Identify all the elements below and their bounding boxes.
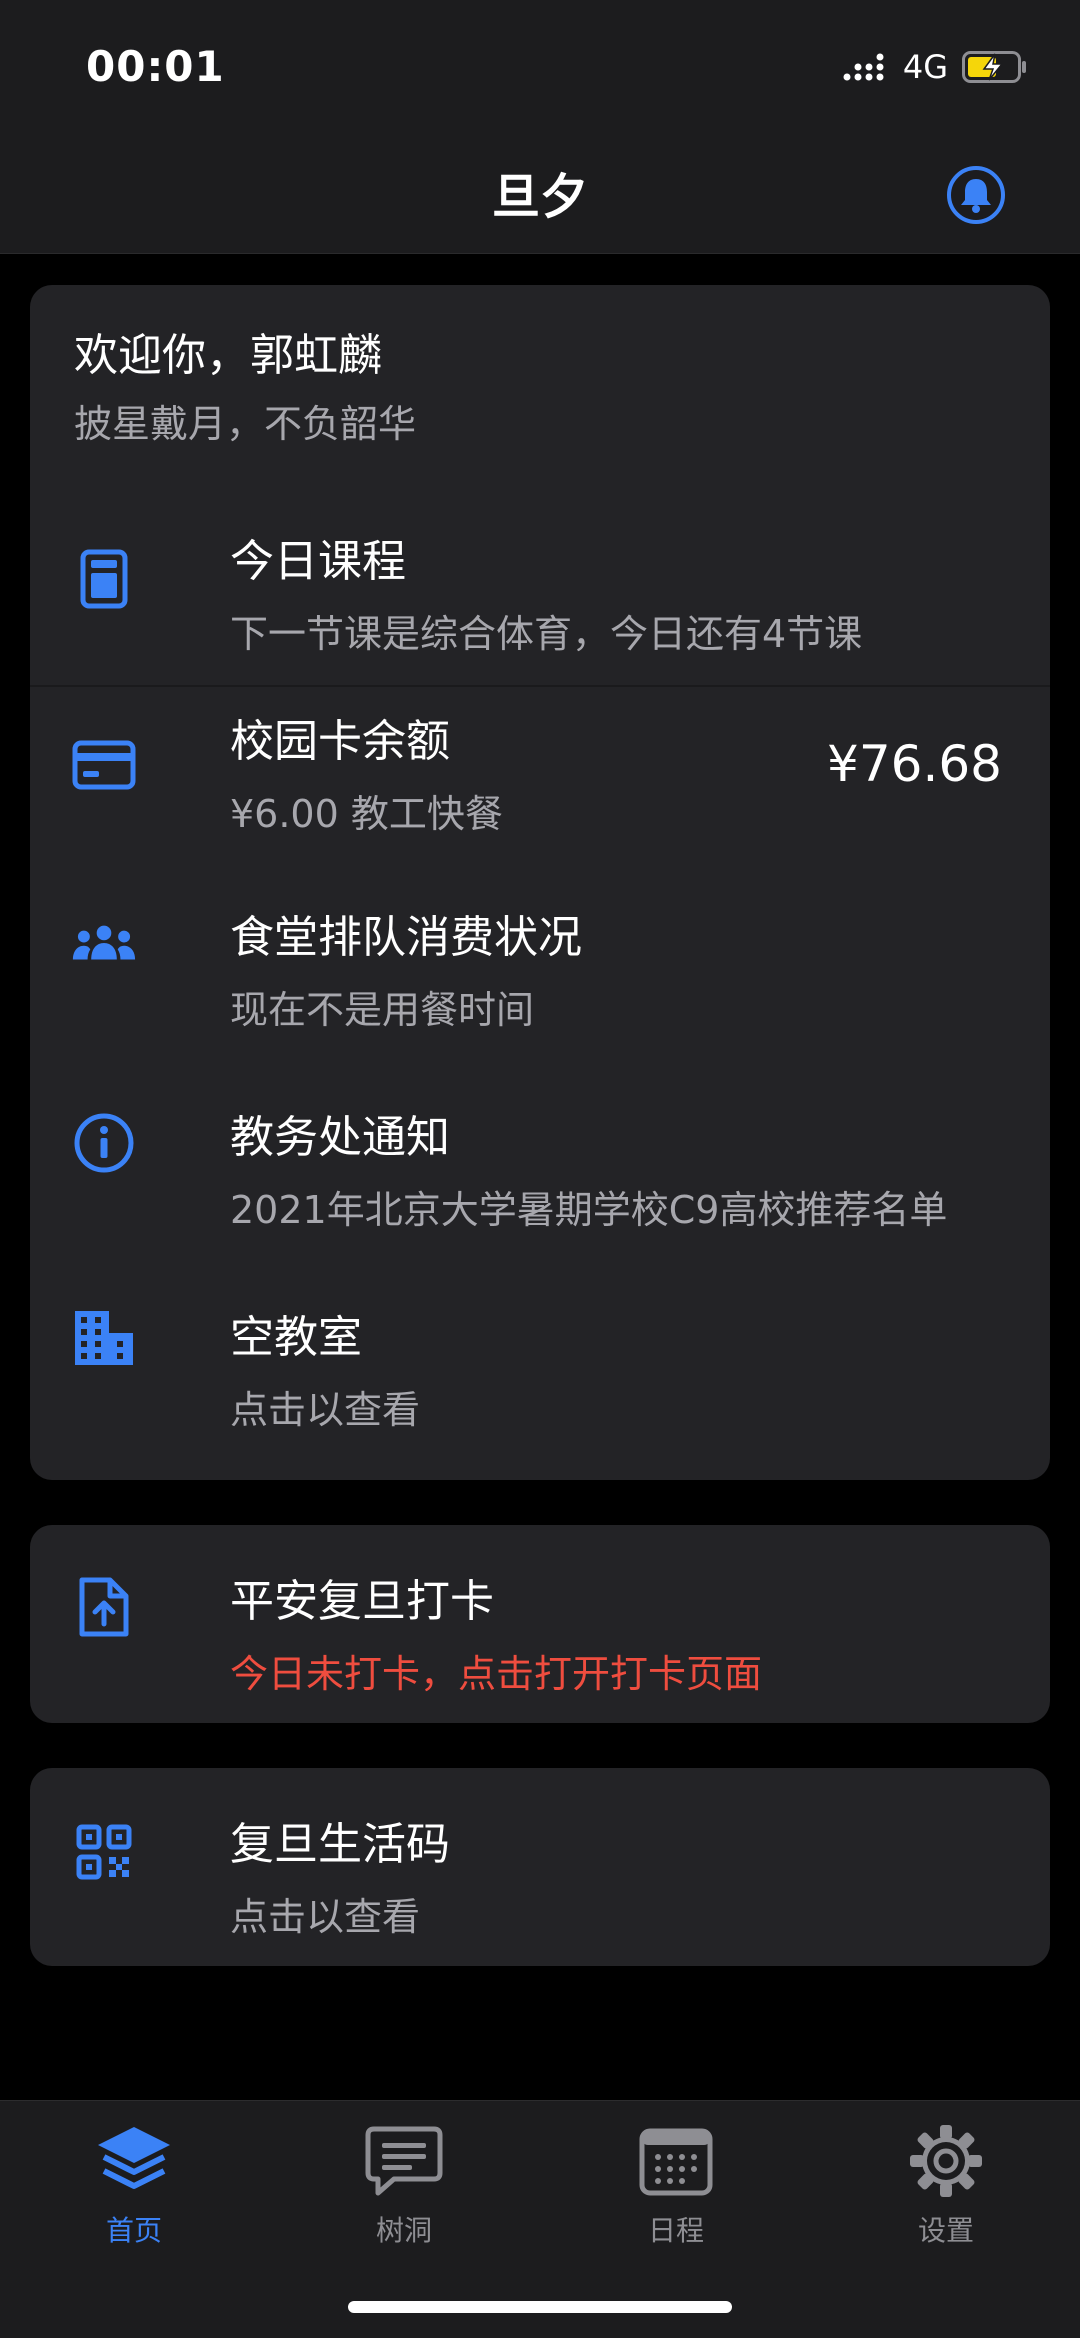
- life-code-card[interactable]: 复旦生活码 点击以查看: [30, 1768, 1050, 1966]
- divider: [30, 685, 1050, 687]
- life-code-subtitle: 点击以查看: [230, 1895, 421, 1939]
- canteen-status-item[interactable]: 食堂排队消费状况 现在不是用餐时间: [30, 885, 1050, 1085]
- info-icon: [72, 1111, 136, 1175]
- notification-button[interactable]: [946, 165, 1006, 229]
- calendar-icon: [639, 2128, 713, 2196]
- welcome-subtitle: 披星戴月，不负韶华: [74, 402, 417, 446]
- canteen-status-subtitle: 现在不是用餐时间: [230, 988, 535, 1032]
- today-courses-item[interactable]: 今日课程 下一节课是综合体育，今日还有4节课: [30, 485, 1050, 685]
- nav-bar: 旦夕: [0, 135, 1080, 254]
- tab-treehole[interactable]: 树洞: [304, 2121, 504, 2249]
- empty-classroom-title: 空教室: [230, 1312, 362, 1363]
- building-icon: [72, 1305, 136, 1369]
- today-courses-subtitle: 下一节课是综合体育，今日还有4节课: [230, 612, 863, 656]
- book-icon: [72, 547, 136, 611]
- campus-card-item[interactable]: 校园卡余额 ¥6.00 教工快餐 ¥76.68: [30, 685, 1050, 885]
- qr-code-icon: [72, 1820, 136, 1884]
- people-icon: [72, 911, 136, 975]
- academic-notice-subtitle: 2021年北京大学暑期学校C9高校推荐名单: [230, 1188, 948, 1232]
- checkin-subtitle: 今日未打卡，点击打开打卡页面: [230, 1652, 763, 1696]
- welcome-title: 欢迎你，郭虹麟: [74, 330, 382, 381]
- status-bar: 00:01 4G: [0, 0, 1080, 135]
- tab-schedule[interactable]: 日程: [576, 2121, 776, 2249]
- credit-card-icon: [72, 733, 136, 797]
- chat-icon: [365, 2126, 443, 2196]
- canteen-status-title: 食堂排队消费状况: [230, 912, 582, 963]
- signal-icon: [843, 53, 884, 81]
- welcome-section: 欢迎你，郭虹麟 披星戴月，不负韶华: [74, 319, 416, 448]
- network-type: 4G: [902, 48, 948, 86]
- battery-icon: [962, 51, 1026, 83]
- tab-home-label: 首页: [105, 2214, 162, 2247]
- life-code-title: 复旦生活码: [230, 1819, 450, 1870]
- status-time: 00:01: [86, 42, 225, 91]
- empty-classroom-subtitle: 点击以查看: [230, 1388, 421, 1432]
- bell-icon: [947, 166, 1005, 224]
- file-upload-icon: [72, 1575, 136, 1639]
- tab-home[interactable]: 首页: [34, 2121, 234, 2249]
- academic-notice-title: 教务处通知: [230, 1112, 450, 1163]
- layers-icon: [98, 2127, 170, 2189]
- checkin-title: 平安复旦打卡: [230, 1576, 494, 1627]
- tab-settings-label: 设置: [917, 2214, 974, 2247]
- status-icons: 4G: [843, 48, 1028, 86]
- checkin-card[interactable]: 平安复旦打卡 今日未打卡，点击打开打卡页面: [30, 1525, 1050, 1723]
- empty-classroom-item[interactable]: 空教室 点击以查看: [30, 1285, 1050, 1480]
- tab-treehole-label: 树洞: [375, 2214, 432, 2247]
- today-courses-title: 今日课程: [230, 536, 406, 587]
- page-title: 旦夕: [491, 169, 588, 225]
- tab-settings[interactable]: 设置: [846, 2121, 1046, 2249]
- campus-card-balance: ¥76.68: [827, 735, 1002, 793]
- main-card: 欢迎你，郭虹麟 披星戴月，不负韶华 今日课程 下一节课是综合体育，今日还有4节课: [30, 285, 1050, 1480]
- tab-schedule-label: 日程: [647, 2214, 704, 2247]
- academic-notice-item[interactable]: 教务处通知 2021年北京大学暑期学校C9高校推荐名单: [30, 1085, 1050, 1285]
- gear-icon: [910, 2125, 982, 2197]
- home-indicator[interactable]: [348, 2301, 732, 2313]
